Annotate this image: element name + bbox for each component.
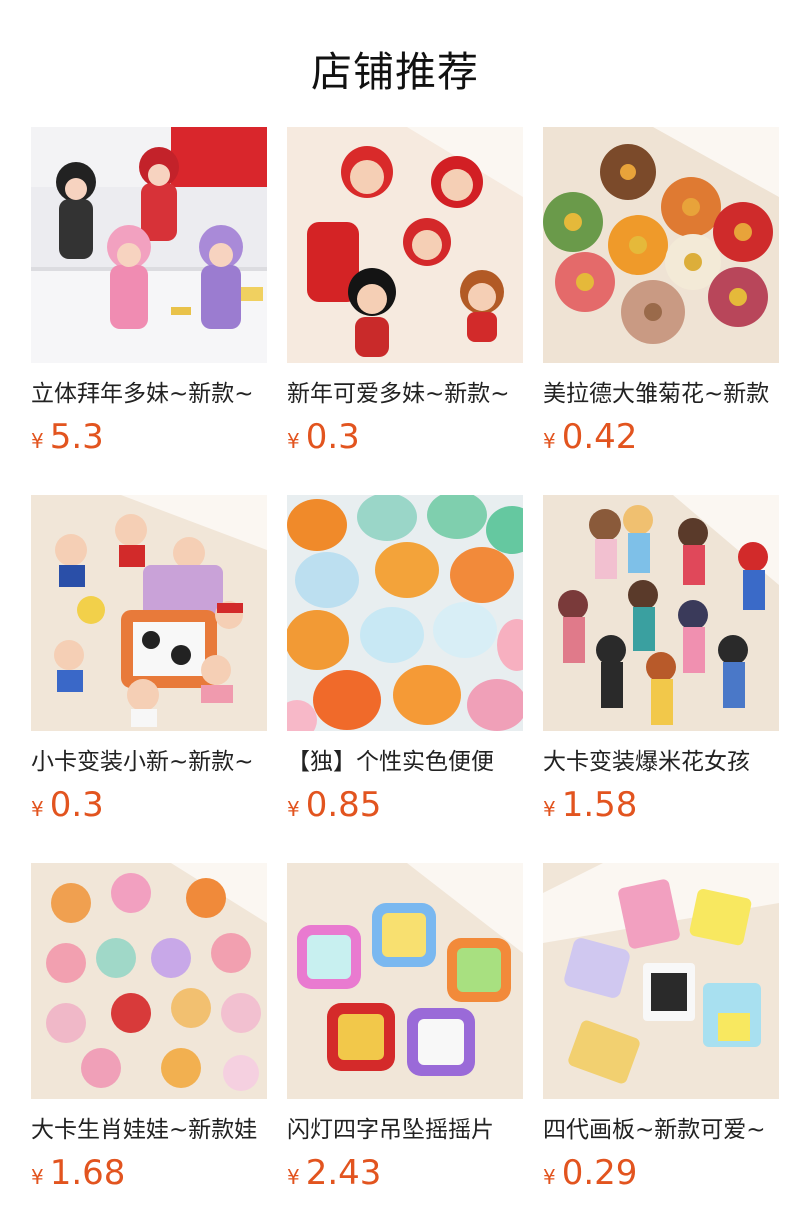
price-value: 0.29: [561, 1153, 638, 1193]
currency-symbol: ¥: [31, 1165, 44, 1189]
product-card[interactable]: 新年可爱多妹~新款~ ¥0.3: [287, 127, 523, 495]
product-card[interactable]: 大卡生肖娃娃~新款娃 ¥1.68: [31, 863, 267, 1231]
crayon-shin-chan-image[interactable]: [31, 495, 267, 731]
zodiac-dolls-image[interactable]: [31, 863, 267, 1099]
product-name[interactable]: 新年可爱多妹~新款~: [287, 379, 523, 409]
currency-symbol: ¥: [543, 1165, 556, 1189]
product-card[interactable]: 四代画板~新款可爱~ ¥0.29: [543, 863, 779, 1231]
product-price: ¥5.3: [31, 417, 104, 457]
product-price: ¥0.42: [543, 417, 637, 457]
product-price: ¥0.3: [31, 785, 104, 825]
currency-symbol: ¥: [287, 797, 300, 821]
product-name[interactable]: 小卡变装小新~新款~: [31, 747, 267, 777]
product-name[interactable]: 大卡变装爆米花女孩: [543, 747, 779, 777]
product-name[interactable]: 大卡生肖娃娃~新款娃: [31, 1115, 267, 1145]
currency-symbol: ¥: [543, 797, 556, 821]
price-value: 1.58: [561, 785, 638, 825]
product-card[interactable]: 大卡变装爆米花女孩 ¥1.58: [543, 495, 779, 863]
lion-dance-dolls-image[interactable]: [31, 127, 267, 363]
price-value: 5.3: [49, 417, 104, 457]
product-name[interactable]: 四代画板~新款可爱~: [543, 1115, 779, 1145]
currency-symbol: ¥: [543, 429, 556, 453]
product-grid: 立体拜年多妹~新款~ ¥5.3 新年可爱多妹~新款~ ¥0.3 美拉德大雏菊花~…: [31, 127, 790, 1231]
price-value: 0.3: [49, 785, 104, 825]
popcorn-girls-image[interactable]: [543, 495, 779, 731]
drawing-board-image[interactable]: [543, 863, 779, 1099]
product-card[interactable]: 立体拜年多妹~新款~ ¥5.3: [31, 127, 267, 495]
product-name[interactable]: 立体拜年多妹~新款~: [31, 379, 267, 409]
product-name[interactable]: 【独】个性实色便便: [287, 747, 523, 777]
four-character-pendant-image[interactable]: [287, 863, 523, 1099]
product-card[interactable]: 【独】个性实色便便 ¥0.85: [287, 495, 523, 863]
product-price: ¥0.3: [287, 417, 360, 457]
poop-charms-image[interactable]: [287, 495, 523, 731]
new-year-dolls-image[interactable]: [287, 127, 523, 363]
daisy-flowers-image[interactable]: [543, 127, 779, 363]
product-card[interactable]: 闪灯四字吊坠摇摇片 ¥2.43: [287, 863, 523, 1231]
price-value: 1.68: [49, 1153, 126, 1193]
product-price: ¥0.29: [543, 1153, 637, 1193]
product-price: ¥1.58: [543, 785, 637, 825]
product-name[interactable]: 闪灯四字吊坠摇摇片: [287, 1115, 523, 1145]
page-title: 店铺推荐: [311, 48, 479, 96]
product-price: ¥0.85: [287, 785, 381, 825]
price-value: 0.42: [561, 417, 638, 457]
currency-symbol: ¥: [31, 429, 44, 453]
currency-symbol: ¥: [287, 429, 300, 453]
currency-symbol: ¥: [287, 1165, 300, 1189]
price-value: 0.85: [305, 785, 382, 825]
price-value: 2.43: [305, 1153, 382, 1193]
currency-symbol: ¥: [31, 797, 44, 821]
product-price: ¥1.68: [31, 1153, 125, 1193]
price-value: 0.3: [305, 417, 360, 457]
product-card[interactable]: 小卡变装小新~新款~ ¥0.3: [31, 495, 267, 863]
product-name[interactable]: 美拉德大雏菊花~新款: [543, 379, 779, 409]
product-card[interactable]: 美拉德大雏菊花~新款 ¥0.42: [543, 127, 779, 495]
product-price: ¥2.43: [287, 1153, 381, 1193]
